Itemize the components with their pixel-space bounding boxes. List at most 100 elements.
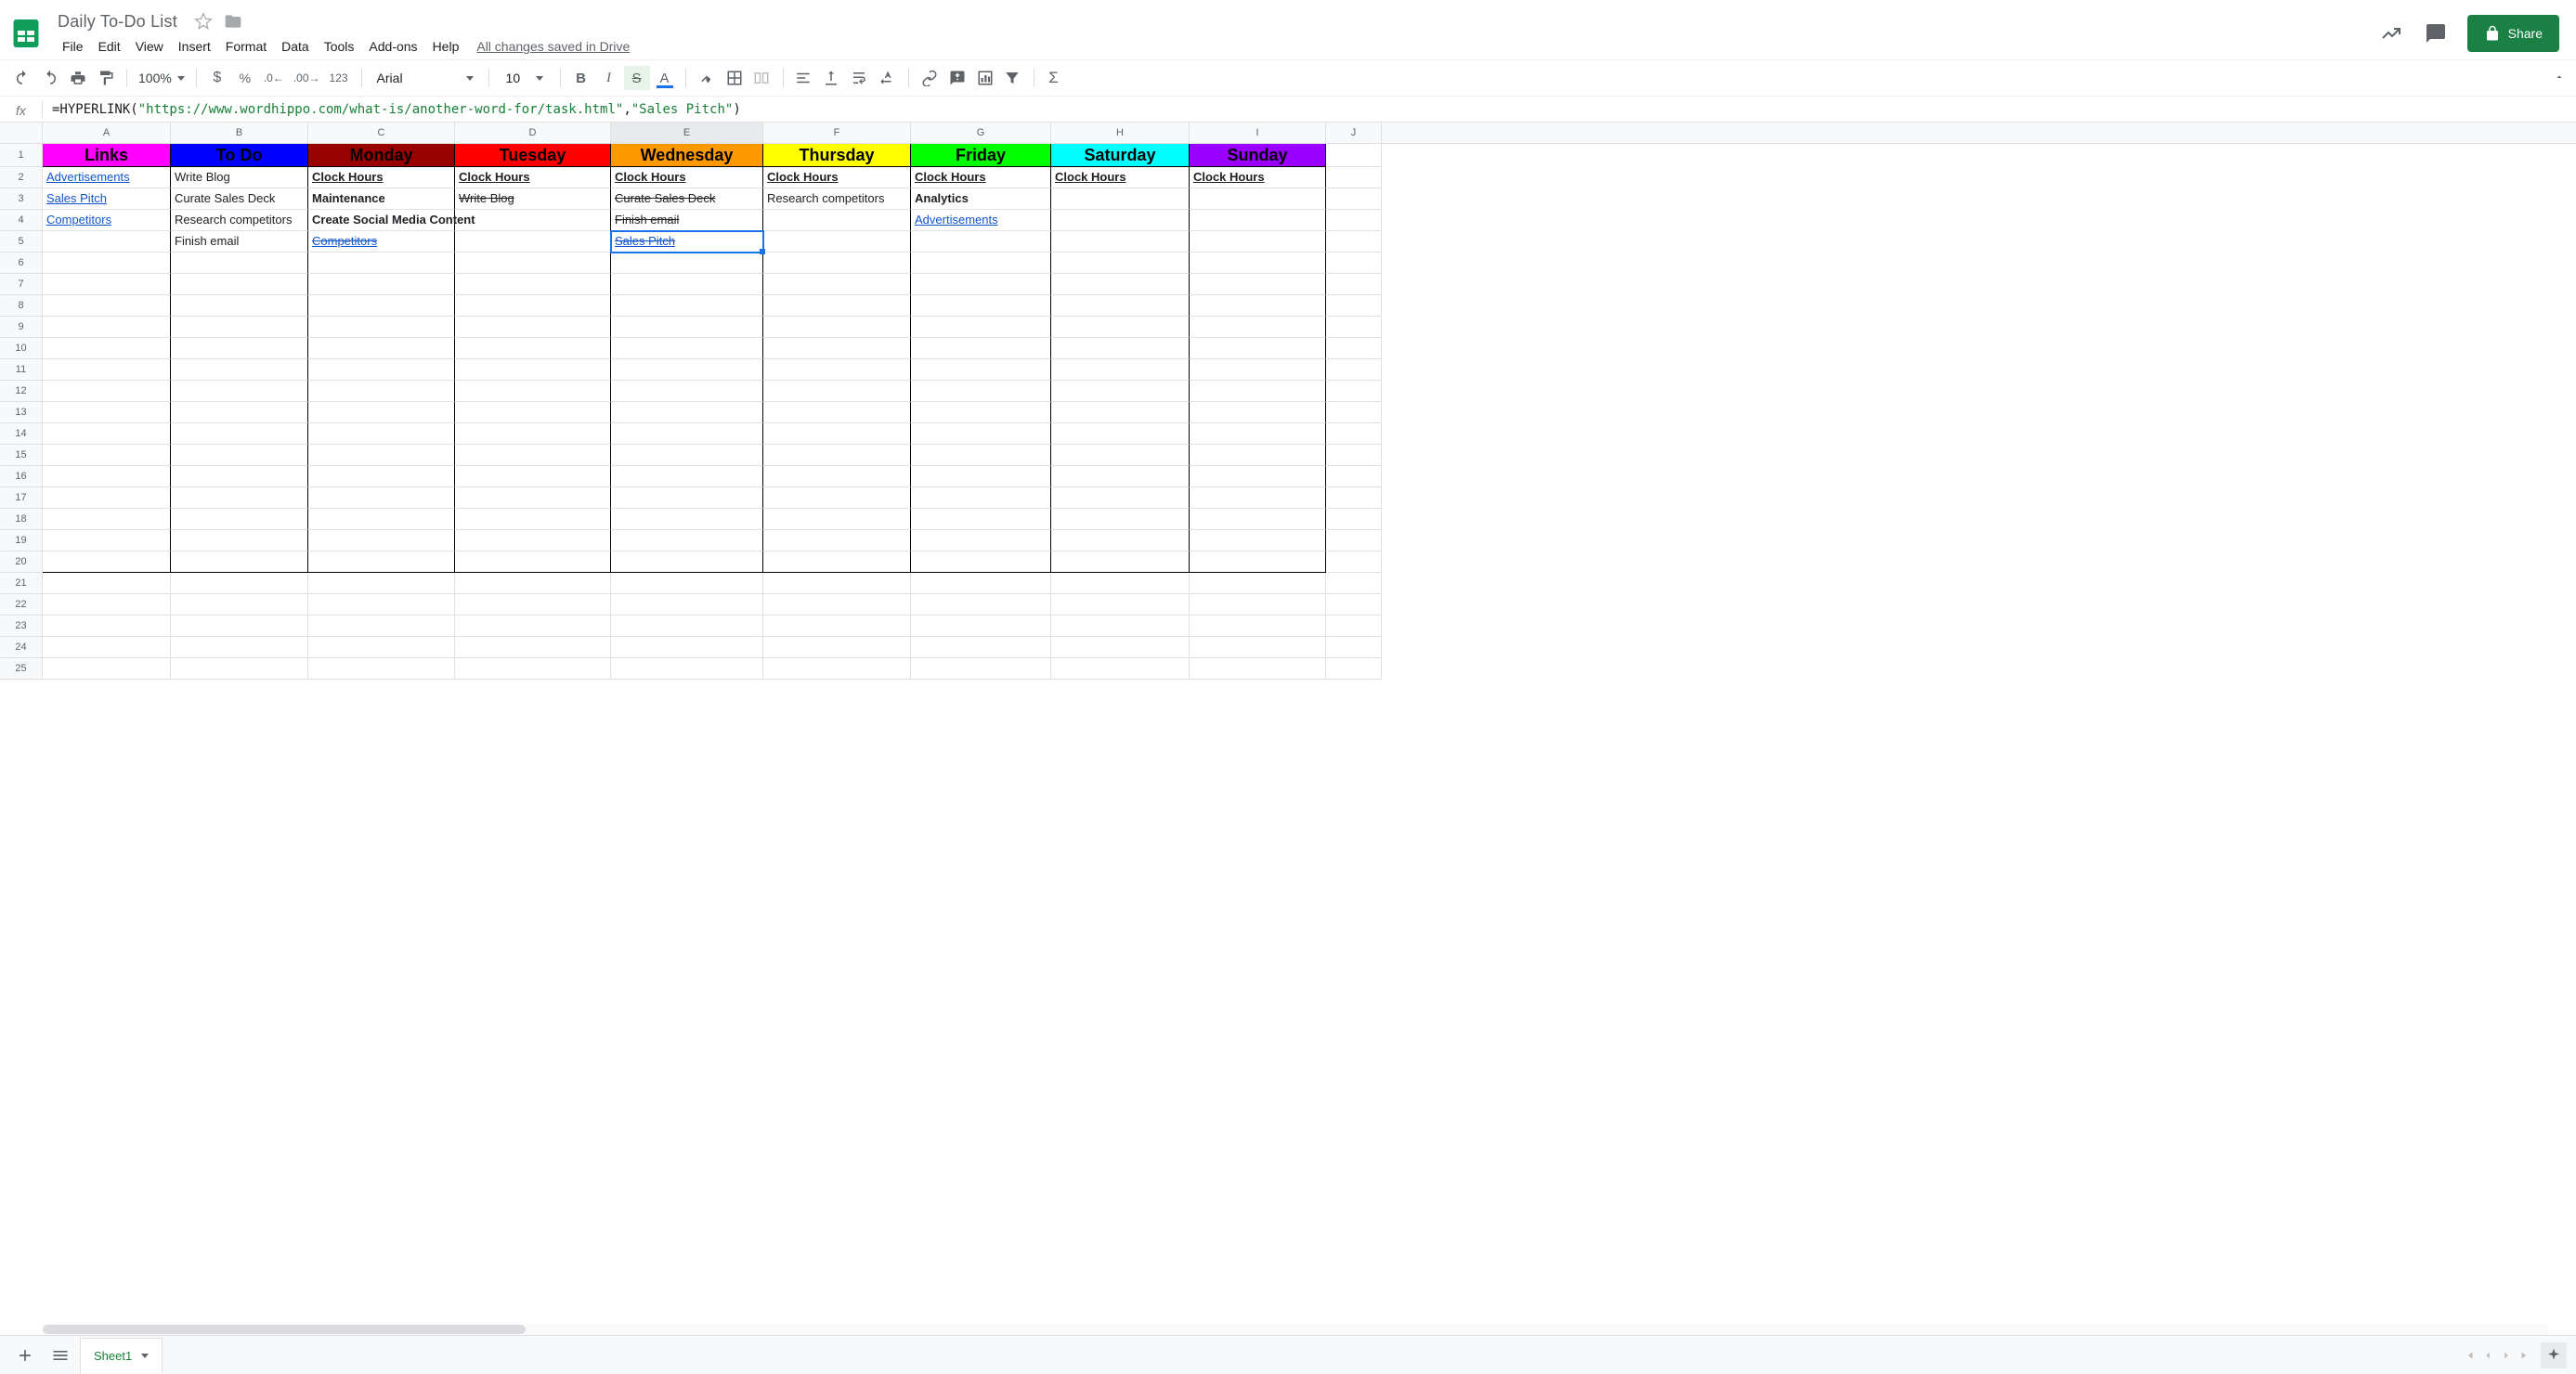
cell-A17[interactable]	[43, 487, 171, 509]
cell-F19[interactable]	[763, 530, 911, 551]
font-size-select[interactable]: 10	[497, 71, 553, 85]
cell-C14[interactable]	[308, 423, 455, 445]
row-header[interactable]: 7	[0, 274, 43, 295]
cell-G15[interactable]	[911, 445, 1051, 466]
cell-D7[interactable]	[455, 274, 611, 295]
cell-C2[interactable]: Clock Hours	[308, 167, 455, 188]
cell-D6[interactable]	[455, 253, 611, 274]
cell-D1[interactable]: Tuesday	[455, 144, 611, 167]
cell-E14[interactable]	[611, 423, 763, 445]
scroll-right-icon[interactable]	[2498, 1347, 2515, 1364]
cell-C16[interactable]	[308, 466, 455, 487]
cell-A18[interactable]	[43, 509, 171, 530]
cell-H19[interactable]	[1051, 530, 1190, 551]
cell-H2[interactable]: Clock Hours	[1051, 167, 1190, 188]
cell-F3[interactable]: Research competitors	[763, 188, 911, 210]
cell-D22[interactable]	[455, 594, 611, 616]
scroll-left-icon[interactable]	[2479, 1347, 2496, 1364]
cell-A7[interactable]	[43, 274, 171, 295]
cell-J25[interactable]	[1326, 658, 1382, 680]
cell-B17[interactable]	[171, 487, 308, 509]
cell-J21[interactable]	[1326, 573, 1382, 594]
open-activity-icon[interactable]	[2378, 20, 2404, 46]
row-header[interactable]: 11	[0, 359, 43, 381]
cell-D15[interactable]	[455, 445, 611, 466]
cell-I21[interactable]	[1190, 573, 1326, 594]
cell-E4[interactable]: Finish email	[611, 210, 763, 231]
strikethrough-button[interactable]: S	[624, 66, 650, 90]
cell-G17[interactable]	[911, 487, 1051, 509]
cell-A11[interactable]	[43, 359, 171, 381]
cell-B25[interactable]	[171, 658, 308, 680]
cell-I23[interactable]	[1190, 616, 1326, 637]
cell-D18[interactable]	[455, 509, 611, 530]
vertical-align-button[interactable]	[819, 66, 845, 90]
cell-B18[interactable]	[171, 509, 308, 530]
cell-G16[interactable]	[911, 466, 1051, 487]
cell-I2[interactable]: Clock Hours	[1190, 167, 1326, 188]
cell-B14[interactable]	[171, 423, 308, 445]
menu-insert[interactable]: Insert	[172, 35, 217, 58]
cell-A25[interactable]	[43, 658, 171, 680]
cell-G19[interactable]	[911, 530, 1051, 551]
format-currency-button[interactable]: $	[204, 66, 230, 90]
cell-G7[interactable]	[911, 274, 1051, 295]
row-header[interactable]: 21	[0, 573, 43, 594]
cell-A22[interactable]	[43, 594, 171, 616]
col-header-A[interactable]: A	[43, 123, 171, 143]
redo-button[interactable]	[37, 66, 63, 90]
font-select[interactable]: Arial	[370, 71, 481, 85]
cell-I11[interactable]	[1190, 359, 1326, 381]
cell-I6[interactable]	[1190, 253, 1326, 274]
cell-I4[interactable]	[1190, 210, 1326, 231]
cell-I12[interactable]	[1190, 381, 1326, 402]
cell-C9[interactable]	[308, 317, 455, 338]
cell-B20[interactable]	[171, 551, 308, 573]
cell-G24[interactable]	[911, 637, 1051, 658]
cell-J18[interactable]	[1326, 509, 1382, 530]
row-header[interactable]: 24	[0, 637, 43, 658]
cell-A10[interactable]	[43, 338, 171, 359]
cell-F9[interactable]	[763, 317, 911, 338]
cell-F23[interactable]	[763, 616, 911, 637]
cell-D20[interactable]	[455, 551, 611, 573]
cell-C25[interactable]	[308, 658, 455, 680]
cell-A4[interactable]: Competitors	[43, 210, 171, 231]
cell-J7[interactable]	[1326, 274, 1382, 295]
cell-I20[interactable]	[1190, 551, 1326, 573]
cell-B3[interactable]: Curate Sales Deck	[171, 188, 308, 210]
cell-F6[interactable]	[763, 253, 911, 274]
cell-E18[interactable]	[611, 509, 763, 530]
cell-C24[interactable]	[308, 637, 455, 658]
cell-H21[interactable]	[1051, 573, 1190, 594]
cell-B10[interactable]	[171, 338, 308, 359]
cell-C20[interactable]	[308, 551, 455, 573]
cell-J19[interactable]	[1326, 530, 1382, 551]
cell-F21[interactable]	[763, 573, 911, 594]
explore-button[interactable]	[2541, 1342, 2567, 1368]
paint-format-button[interactable]	[93, 66, 119, 90]
cell-H6[interactable]	[1051, 253, 1190, 274]
cell-F5[interactable]	[763, 231, 911, 253]
cell-A23[interactable]	[43, 616, 171, 637]
cell-I24[interactable]	[1190, 637, 1326, 658]
cell-H9[interactable]	[1051, 317, 1190, 338]
horizontal-align-button[interactable]	[791, 66, 817, 90]
cell-B2[interactable]: Write Blog	[171, 167, 308, 188]
row-header[interactable]: 1	[0, 144, 43, 167]
cell-I8[interactable]	[1190, 295, 1326, 317]
cell-H20[interactable]	[1051, 551, 1190, 573]
format-percent-button[interactable]: %	[232, 66, 258, 90]
merge-cells-button[interactable]	[749, 66, 775, 90]
cell-B16[interactable]	[171, 466, 308, 487]
cell-D8[interactable]	[455, 295, 611, 317]
insert-comment-button[interactable]	[944, 66, 970, 90]
cell-I15[interactable]	[1190, 445, 1326, 466]
cell-G2[interactable]: Clock Hours	[911, 167, 1051, 188]
cell-C22[interactable]	[308, 594, 455, 616]
cell-H15[interactable]	[1051, 445, 1190, 466]
increase-decimal-button[interactable]: .00→	[290, 66, 324, 90]
cell-A21[interactable]	[43, 573, 171, 594]
undo-button[interactable]	[9, 66, 35, 90]
cell-G20[interactable]	[911, 551, 1051, 573]
